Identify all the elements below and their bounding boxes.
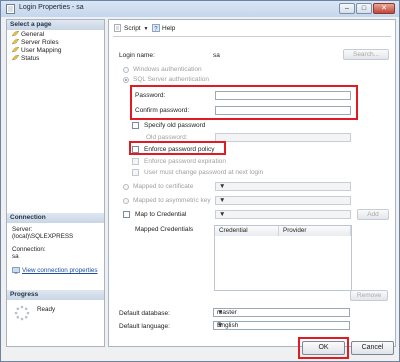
enforce-policy-highlight-box [129,141,226,155]
left-panel: Select a page General Server Roles User … [6,19,105,347]
progress-header: Progress [7,290,104,300]
must-change-checkbox[interactable] [132,169,139,176]
windows-auth-label: Windows authentication [133,66,202,73]
view-connection-link[interactable]: View connection properties [12,267,98,274]
toolbar: Script ▼ ? Help [109,20,395,35]
close-button[interactable]: ✕ [373,3,395,14]
general-page-panel: Script ▼ ? Help Login name: sa Search...… [108,19,396,347]
old-password-field[interactable] [215,133,351,142]
page-server-roles[interactable]: Server Roles [12,39,59,47]
mapped-credentials-grid: Credential Provider [214,225,352,291]
page-icon [12,31,19,37]
dropdown-arrow-icon: ▼ [219,197,226,204]
login-name-label: Login name: [119,52,155,59]
certificate-dropdown[interactable]: ▼ [215,182,351,191]
select-page-header: Select a page [7,20,104,30]
default-language-dropdown[interactable]: English ▼ [213,321,350,330]
window-title: Login Properties - sa [19,4,84,11]
must-change-label: User must change password at next login [144,169,264,176]
cancel-button[interactable]: Cancel [351,341,394,355]
dropdown-arrow-icon: ▼ [219,183,226,190]
connection-value: sa [12,253,19,260]
help-icon: ? [152,24,160,33]
connection-properties-icon [12,267,20,274]
page-general[interactable]: General [12,31,44,39]
remove-button[interactable]: Remove [350,290,388,301]
page-status[interactable]: Status [12,55,39,63]
password-highlight-box [130,85,358,120]
title-bar: Login Properties - sa – □ ✕ [1,1,399,17]
progress-spinner-icon [14,305,30,321]
dropdown-arrow-icon: ▼ [217,322,224,329]
mapped-credentials-label: Mapped Credentials [135,226,194,233]
windows-auth-radio[interactable] [123,67,129,73]
grid-header-provider[interactable]: Provider [279,226,351,236]
default-language-label: Default language: [119,323,170,330]
specify-old-password-checkbox[interactable] [132,122,139,129]
asymmetric-key-dropdown[interactable]: ▼ [215,196,351,205]
server-label: Server: [12,226,33,233]
script-icon [114,24,121,33]
enforce-expiration-checkbox[interactable] [132,158,139,165]
page-icon [12,55,19,61]
ok-highlight-box [298,337,349,359]
connection-header: Connection [7,213,104,223]
minimize-button[interactable]: – [339,3,355,14]
server-value: (local)\SQLEXPRESS [12,233,74,240]
dropdown-arrow-icon: ▼ [143,26,149,32]
default-database-dropdown[interactable]: master ▼ [213,308,350,317]
dropdown-arrow-icon: ▼ [217,309,224,316]
script-button[interactable]: Script ▼ [114,24,148,33]
grid-header-credential[interactable]: Credential [215,226,279,236]
old-password-label: Old password: [146,134,188,141]
mapped-asymmetric-radio[interactable] [123,198,129,204]
page-user-mapping[interactable]: User Mapping [12,47,61,55]
search-button[interactable]: Search... [343,49,389,60]
mapped-asymmetric-label: Mapped to asymmetric key [133,197,211,204]
credential-dropdown[interactable]: ▼ [215,210,351,219]
maximize-button[interactable]: □ [356,3,372,14]
mapped-certificate-label: Mapped to certificate [133,183,194,190]
specify-old-password-label: Specify old password [144,122,206,129]
enforce-expiration-label: Enforce password expiration [144,158,227,165]
sql-auth-label: SQL Server authentication [133,76,209,83]
connection-label: Connection: [12,246,46,253]
default-database-label: Default database: [119,310,170,317]
login-name-value: sa [213,52,220,59]
sql-auth-radio[interactable] [123,77,129,83]
map-credential-checkbox[interactable] [123,211,130,218]
map-credential-label: Map to Credential [135,211,187,218]
help-button[interactable]: ? Help [152,24,175,33]
document-icon [6,4,15,14]
page-icon [12,39,19,45]
page-icon [12,47,19,53]
add-button[interactable]: Add [357,209,389,220]
toolbar-divider [113,36,391,37]
mapped-certificate-radio[interactable] [123,184,129,190]
login-properties-window: Login Properties - sa – □ ✕ Select a pag… [0,0,400,362]
progress-status: Ready [37,306,56,313]
dropdown-arrow-icon: ▼ [219,211,226,218]
